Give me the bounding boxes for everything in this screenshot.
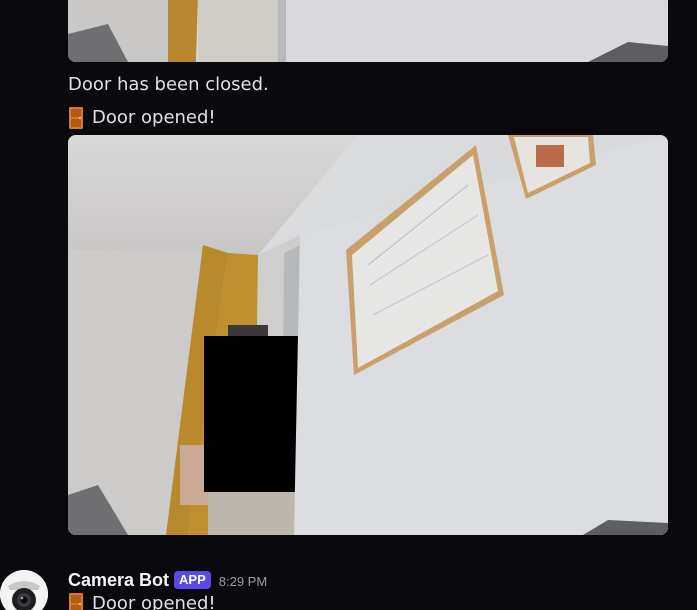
camera-snapshot-graphic xyxy=(68,0,668,62)
app-badge: APP xyxy=(174,571,211,589)
door-opened-text: Door opened! xyxy=(92,593,216,610)
message-timestamp[interactable]: 8:29 PM xyxy=(219,574,267,589)
avatar[interactable] xyxy=(0,570,48,610)
door-opened-message: Door opened! xyxy=(68,592,216,610)
door-opened-message: Door opened! xyxy=(68,106,216,130)
chat-message-area: Door has been closed. Door opened! Camer… xyxy=(0,0,697,610)
camera-snapshot-image[interactable] xyxy=(68,135,668,535)
door-emoji-icon xyxy=(68,593,84,610)
door-opened-text: Door opened! xyxy=(92,107,216,128)
security-camera-icon xyxy=(0,570,48,610)
author-name[interactable]: Camera Bot xyxy=(68,570,169,591)
camera-snapshot-image[interactable] xyxy=(68,0,668,62)
message-header: Camera Bot APP 8:29 PM xyxy=(68,568,267,592)
door-emoji-icon xyxy=(68,107,84,129)
camera-snapshot-graphic xyxy=(68,135,668,535)
door-closed-message: Door has been closed. xyxy=(68,74,269,95)
